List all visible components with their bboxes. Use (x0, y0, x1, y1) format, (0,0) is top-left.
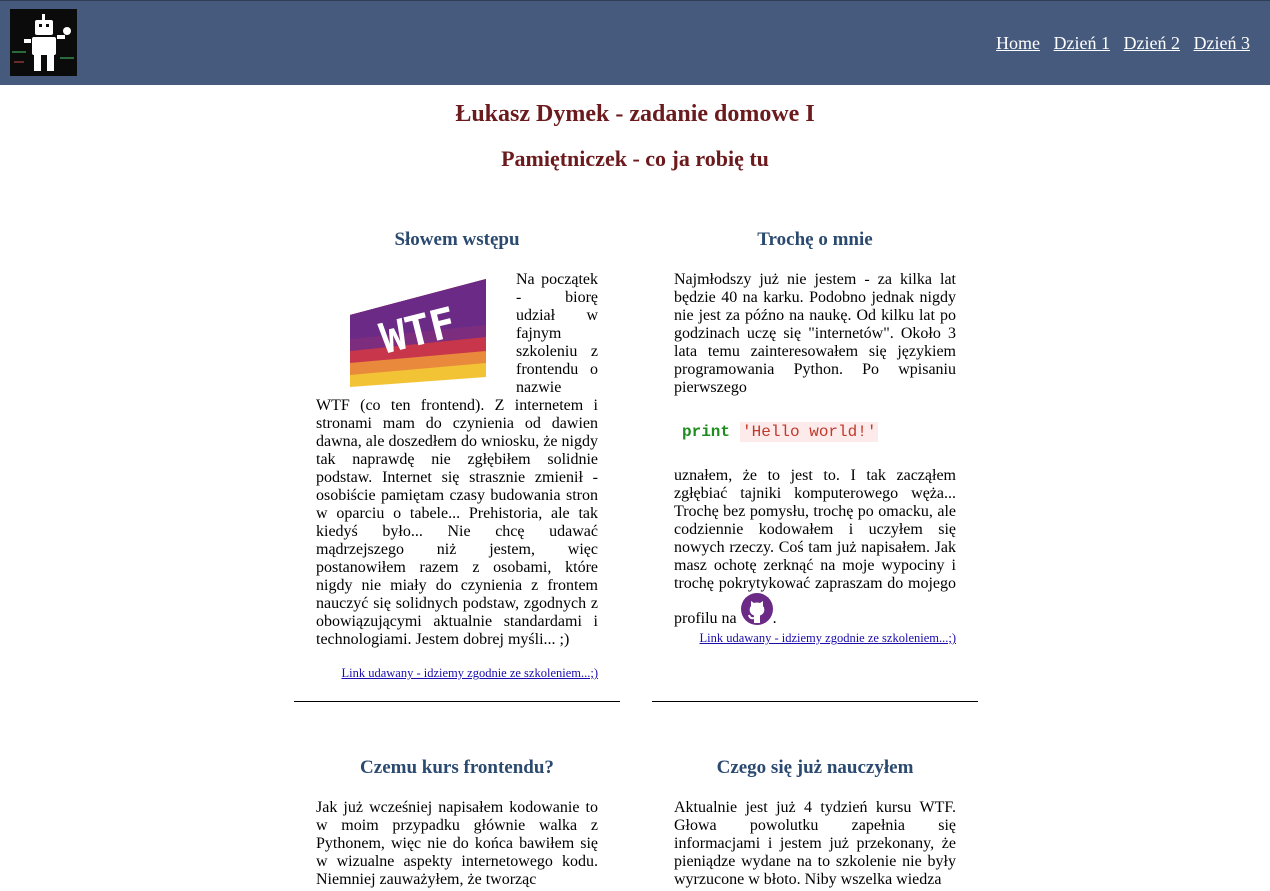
main-nav: Home Dzień 1 Dzień 2 Dzień 3 (987, 33, 1250, 54)
divider-right (652, 701, 978, 702)
nav-link-day1[interactable]: Dzień 1 (1054, 33, 1110, 53)
code-string: 'Hello world!' (740, 422, 879, 442)
wtf-logo-image: WTF (346, 271, 496, 387)
nav-link-home[interactable]: Home (996, 33, 1040, 53)
section-about-heading: Trochę o mnie (757, 229, 873, 250)
section-learned-heading: Czego się już nauczyłem (716, 757, 914, 778)
section-intro-heading: Słowem wstępu (394, 229, 520, 250)
github-icon[interactable] (740, 593, 773, 625)
section-learned-text: Aktualnie jest już 4 tydzień kursu WTF. … (674, 799, 956, 888)
nav-link-day3[interactable]: Dzień 3 (1194, 33, 1250, 53)
top-navigation-bar: Home Dzień 1 Dzień 2 Dzień 3 (0, 0, 1270, 85)
section-about-text-1: Najmłodszy już nie jestem - za kilka lat… (674, 271, 956, 396)
code-keyword: print (682, 423, 731, 441)
page-title: Łukasz Dymek - zadanie domowe I (455, 101, 815, 127)
nav-link-day2[interactable]: Dzień 2 (1124, 33, 1180, 53)
section-why-text: Jak już wcześniej napisałem kodowanie to… (316, 799, 598, 888)
code-snippet: print 'Hello world!' (682, 422, 956, 442)
robot-logo[interactable] (10, 9, 77, 76)
section-about-fake-link[interactable]: Link udawany - idziemy zgodnie ze szkole… (674, 629, 956, 647)
section-about-text-2: uznałem, że to jest to. I tak zacząłem z… (674, 467, 956, 627)
divider-left (294, 701, 620, 702)
section-why-heading: Czemu kurs frontendu? (360, 757, 554, 778)
section-intro-fake-link[interactable]: Link udawany - idziemy zgodnie ze szkole… (316, 664, 598, 682)
page-subtitle: Pamiętniczek - co ja robię tu (501, 146, 769, 171)
